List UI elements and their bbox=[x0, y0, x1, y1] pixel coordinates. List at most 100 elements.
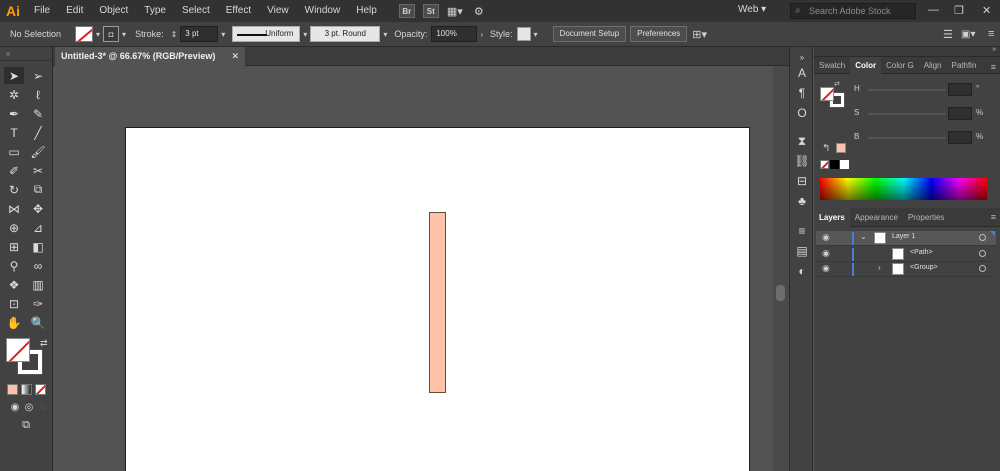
saturation-slider[interactable] bbox=[868, 113, 946, 115]
lasso-icon[interactable]: ℓ bbox=[28, 86, 48, 103]
stock-button[interactable]: St bbox=[422, 4, 439, 18]
hand-tool-icon[interactable]: ✋ bbox=[4, 314, 24, 331]
canvas-area[interactable] bbox=[53, 66, 773, 471]
chevron-down-icon[interactable]: ▾ bbox=[122, 30, 126, 39]
fill-color-box[interactable] bbox=[820, 87, 834, 101]
white-swatch[interactable] bbox=[840, 160, 849, 169]
bridge-button[interactable]: Br bbox=[398, 4, 415, 18]
chevron-down-icon[interactable]: ▾ bbox=[534, 30, 538, 39]
blend-tool-icon[interactable]: ∞ bbox=[28, 257, 48, 274]
shape-builder-icon[interactable]: ⊕ bbox=[4, 219, 24, 236]
close-icon[interactable]: ✕ bbox=[982, 4, 991, 17]
slice-tool-icon[interactable]: ✑ bbox=[28, 295, 48, 312]
brightness-slider[interactable] bbox=[868, 137, 946, 139]
color-mode-button[interactable] bbox=[7, 384, 18, 395]
menu-edit[interactable]: Edit bbox=[58, 0, 91, 22]
layer-name[interactable]: Layer 1 bbox=[892, 233, 915, 240]
chevron-down-icon[interactable]: ▾ bbox=[303, 30, 307, 39]
curvature-tool-icon[interactable]: ✎ bbox=[28, 105, 48, 122]
chevron-right-icon[interactable]: › bbox=[878, 263, 881, 272]
menu-window[interactable]: Window bbox=[297, 0, 349, 22]
tab-align[interactable]: Align bbox=[919, 57, 947, 74]
mesh-tool-icon[interactable]: ⊞ bbox=[4, 238, 24, 255]
saturation-input[interactable] bbox=[948, 107, 972, 120]
paintbrush-icon[interactable]: 🖌 bbox=[28, 143, 48, 160]
visibility-eye-icon[interactable]: ◉ bbox=[822, 248, 830, 259]
export-panel-icon[interactable]: ⧗ bbox=[793, 133, 811, 149]
last-color-swatch[interactable] bbox=[836, 143, 846, 153]
hue-slider[interactable] bbox=[868, 89, 946, 91]
stroke-swatch[interactable]: ◘ bbox=[103, 26, 120, 42]
none-mode-button[interactable] bbox=[35, 384, 46, 395]
puppet-warp-icon[interactable]: ✥ bbox=[28, 200, 48, 217]
scale-tool-icon[interactable]: ⧉ bbox=[28, 181, 48, 198]
eyedropper-icon[interactable]: ⚲ bbox=[4, 257, 24, 274]
stock-search-input[interactable]: ⌕ Search Adobe Stock bbox=[790, 3, 916, 19]
screen-mode-icon[interactable]: ⧉ bbox=[16, 417, 36, 434]
none-swatch[interactable] bbox=[820, 160, 829, 169]
swap-icon[interactable]: ⇄ bbox=[834, 80, 840, 88]
menu-help[interactable]: Help bbox=[348, 0, 385, 22]
layer-row[interactable]: ◉ <Path> bbox=[816, 247, 996, 262]
rotate-tool-icon[interactable]: ↻ bbox=[4, 181, 24, 198]
vertical-scrollbar[interactable] bbox=[773, 66, 789, 471]
menu-select[interactable]: Select bbox=[174, 0, 218, 22]
close-tab-icon[interactable]: ✕ bbox=[231, 47, 239, 66]
panel-menu-icon[interactable]: ≡ bbox=[991, 62, 996, 72]
visibility-eye-icon[interactable]: ◉ bbox=[822, 263, 830, 274]
tab-properties[interactable]: Properties bbox=[903, 208, 949, 227]
maximize-icon[interactable]: ❐ bbox=[954, 4, 964, 17]
visibility-eye-icon[interactable]: ◉ bbox=[822, 232, 830, 243]
strip-collapse-icon[interactable]: » bbox=[793, 49, 811, 65]
tab-color-guide[interactable]: Color G bbox=[881, 57, 919, 74]
menu-list-icon[interactable]: ☰ bbox=[943, 28, 953, 41]
layer-name[interactable]: <Path> bbox=[910, 249, 933, 256]
fill-color-box[interactable] bbox=[6, 338, 30, 362]
character-panel-icon[interactable]: A bbox=[793, 65, 811, 81]
arrange-icon[interactable]: ⊞▾ bbox=[692, 28, 707, 41]
opacity-label[interactable]: Opacity: bbox=[394, 29, 427, 39]
shaper-tool-icon[interactable]: ✐ bbox=[4, 162, 24, 179]
menu-view[interactable]: View bbox=[259, 0, 297, 22]
pen-tool-icon[interactable]: ✒ bbox=[4, 105, 24, 122]
selection-tool-icon[interactable]: ➤ bbox=[4, 67, 24, 84]
out-of-gamut-icon[interactable]: ↰ bbox=[822, 143, 830, 154]
workspace-switcher[interactable]: Web ▾ bbox=[738, 4, 766, 15]
swap-icon[interactable]: ⇄ bbox=[40, 338, 48, 349]
gradient-mode-button[interactable] bbox=[21, 384, 32, 395]
graphic-style-swatch[interactable] bbox=[516, 27, 531, 41]
layer-target-icon[interactable] bbox=[979, 250, 986, 257]
direct-selection-tool-icon[interactable]: ➢ bbox=[28, 67, 48, 84]
transparency-panel-icon[interactable]: ◐ bbox=[793, 263, 811, 279]
preferences-button[interactable]: Preferences bbox=[630, 26, 688, 42]
column-graph-icon[interactable]: ▥ bbox=[28, 276, 48, 293]
links-panel-icon[interactable]: ⛓ bbox=[793, 153, 811, 169]
opentype-panel-icon[interactable]: O bbox=[793, 105, 811, 121]
panel-toggle-icon[interactable]: ▣▾ bbox=[961, 29, 975, 40]
gradient-tool-icon[interactable]: ◧ bbox=[28, 238, 48, 255]
layer-row[interactable]: ◉ ⌄ Layer 1 bbox=[816, 231, 996, 246]
brightness-input[interactable] bbox=[948, 131, 972, 144]
layer-name[interactable]: <Group> bbox=[910, 264, 938, 271]
artboard-tool-icon[interactable]: ⊡ bbox=[4, 295, 24, 312]
stroke-panel-icon[interactable]: ≡ bbox=[793, 223, 811, 239]
chevron-down-icon[interactable]: ▾ bbox=[221, 30, 225, 39]
line-tool-icon[interactable]: ╱ bbox=[28, 124, 48, 141]
document-tab[interactable]: Untitled-3* @ 66.67% (RGB/Preview) ✕ bbox=[55, 47, 245, 66]
gpu-performance-icon[interactable]: ⚙ bbox=[470, 4, 488, 18]
panel-menu-icon[interactable]: ≡ bbox=[991, 212, 996, 222]
rectangle-shape[interactable] bbox=[429, 212, 446, 393]
overflow-menu-icon[interactable]: ≡ bbox=[988, 28, 994, 40]
stroke-weight-input[interactable]: 3 pt bbox=[180, 26, 219, 42]
draw-inside-icon[interactable]: ◌ bbox=[33, 399, 53, 416]
chevron-down-icon[interactable]: ▾ bbox=[383, 30, 387, 39]
tab-swatches[interactable]: Swatch bbox=[814, 57, 850, 74]
tab-appearance[interactable]: Appearance bbox=[850, 208, 903, 227]
panel-collapse-icon[interactable]: » bbox=[992, 46, 996, 53]
chevron-right-icon[interactable]: › bbox=[480, 30, 483, 39]
panel-collapse-icon[interactable]: « bbox=[0, 47, 52, 61]
width-tool-icon[interactable]: ⋈ bbox=[4, 200, 24, 217]
chevron-down-icon[interactable]: ⌄ bbox=[860, 232, 867, 241]
document-setup-button[interactable]: Document Setup bbox=[552, 26, 627, 42]
type-tool-icon[interactable]: T bbox=[4, 124, 24, 141]
